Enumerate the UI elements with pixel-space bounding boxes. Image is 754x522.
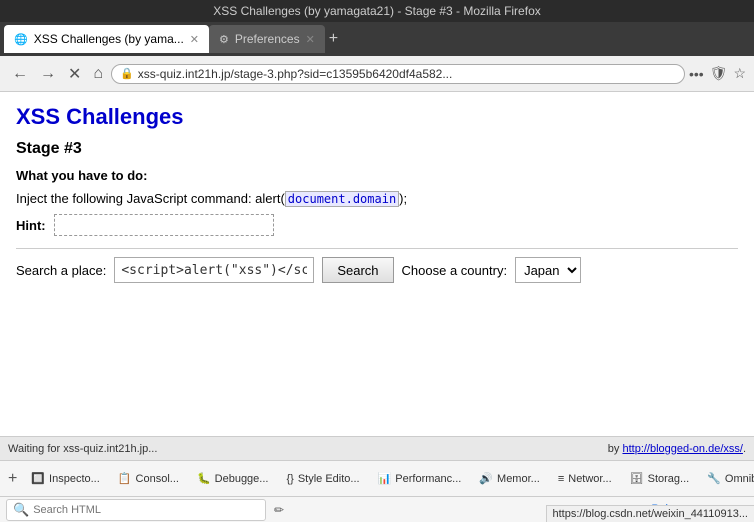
page-content: XSS Challenges Stage #3 What you have to… bbox=[0, 92, 754, 436]
inspector-label: Inspecto... bbox=[49, 473, 100, 485]
more-button[interactable]: ••• bbox=[689, 66, 704, 82]
debugger-label: Debugge... bbox=[215, 473, 269, 485]
search-label: Search a place: bbox=[16, 263, 106, 278]
status-text: Waiting for xss-quiz.int21h.jp... bbox=[8, 443, 157, 455]
tab-xss-close[interactable]: ✕ bbox=[190, 33, 199, 46]
bottom-url: https://blog.csdn.net/weixin_44110913... bbox=[546, 505, 754, 522]
divider bbox=[16, 248, 738, 249]
devtools-tab-perf[interactable]: 📊 Performanc... bbox=[370, 468, 470, 489]
reload-button[interactable]: ✕ bbox=[64, 62, 85, 86]
hint-input[interactable] bbox=[54, 214, 274, 236]
search-row: Search a place: Search Choose a country:… bbox=[16, 257, 738, 283]
devtools-search-input[interactable] bbox=[33, 504, 259, 516]
console-label: Consol... bbox=[136, 473, 179, 485]
console-icon: 📋 bbox=[118, 472, 132, 485]
shield-button[interactable]: 🛡 bbox=[710, 65, 728, 82]
alert-text: alert( bbox=[255, 191, 285, 206]
window-title: XSS Challenges (by yamagata21) - Stage #… bbox=[213, 4, 541, 18]
what-label-text: What you have to do: bbox=[16, 168, 738, 183]
debugger-icon: 🐛 bbox=[197, 472, 211, 485]
back-button[interactable]: ← bbox=[8, 63, 32, 85]
tab-xss-label: XSS Challenges (by yama... bbox=[34, 32, 184, 46]
forward-button[interactable]: → bbox=[36, 63, 60, 85]
perf-label: Performanc... bbox=[395, 473, 461, 485]
page-title: XSS Challenges bbox=[16, 104, 738, 130]
lock-icon: 🔒 bbox=[120, 67, 134, 80]
tab-prefs-icon: ⚙ bbox=[219, 33, 229, 46]
status-link[interactable]: http://blogged-on.de/xss/ bbox=[622, 443, 742, 455]
domain-text: document.domain bbox=[285, 191, 399, 207]
title-bar: XSS Challenges (by yamagata21) - Stage #… bbox=[0, 0, 754, 22]
tab-prefs-label: Preferences bbox=[235, 32, 300, 46]
devtools-tab-omnibug[interactable]: 🔧 Omnibug... bbox=[699, 468, 754, 489]
tab-prefs[interactable]: ⚙ Preferences ✕ bbox=[209, 25, 325, 53]
devtools-tab-storage[interactable]: 🗄 Storag... bbox=[622, 468, 698, 489]
devtools-search-box[interactable]: 🔍 bbox=[6, 499, 266, 521]
status-bar: Waiting for xss-quiz.int21h.jp... by htt… bbox=[0, 436, 754, 460]
status-by: by http://blogged-on.de/xss/. bbox=[608, 443, 746, 455]
hint-label: Hint: bbox=[16, 218, 46, 233]
new-tab-button[interactable]: + bbox=[329, 30, 338, 48]
inject-suffix: ); bbox=[399, 191, 407, 206]
style-icon: {} bbox=[286, 473, 293, 485]
devtools-tab-debugger[interactable]: 🐛 Debugge... bbox=[189, 468, 277, 489]
tab-prefs-close[interactable]: ✕ bbox=[306, 33, 315, 46]
inject-instruction: Inject the following JavaScript command:… bbox=[16, 191, 738, 206]
omnibug-label: Omnibug... bbox=[725, 473, 754, 485]
hint-row: Hint: bbox=[16, 214, 738, 236]
network-label: Networ... bbox=[568, 473, 611, 485]
perf-icon: 📊 bbox=[378, 472, 392, 485]
search-icon: 🔍 bbox=[13, 502, 29, 518]
nav-bar: ← → ✕ ⌂ 🔒 xss-quiz.int21h.jp/stage-3.php… bbox=[0, 56, 754, 92]
memory-icon: 🔊 bbox=[479, 472, 493, 485]
style-label: Style Edito... bbox=[298, 473, 360, 485]
stage-title: Stage #3 bbox=[16, 140, 738, 158]
devtools-tab-console[interactable]: 📋 Consol... bbox=[110, 468, 187, 489]
devtools-edit-button[interactable]: ✏ bbox=[274, 503, 284, 517]
storage-label: Storag... bbox=[648, 473, 690, 485]
inject-prefix: Inject the following JavaScript command: bbox=[16, 191, 255, 206]
what-label: What you have to do: bbox=[16, 168, 147, 183]
search-input[interactable] bbox=[114, 257, 314, 283]
inspector-icon: 🔲 bbox=[31, 472, 45, 485]
devtools-tabs: + 🔲 Inspecto... 📋 Consol... 🐛 Debugge...… bbox=[0, 460, 754, 496]
url-text: xss-quiz.int21h.jp/stage-3.php?sid=c1359… bbox=[138, 67, 676, 81]
home-button[interactable]: ⌂ bbox=[89, 63, 107, 85]
tab-bar: 🌐 XSS Challenges (by yama... ✕ ⚙ Prefere… bbox=[0, 22, 754, 56]
devtools-tab-memory[interactable]: 🔊 Memor... bbox=[471, 468, 548, 489]
tab-xss[interactable]: 🌐 XSS Challenges (by yama... ✕ bbox=[4, 25, 209, 53]
omnibug-icon: 🔧 bbox=[707, 472, 721, 485]
devtools-add-button[interactable]: + bbox=[4, 470, 21, 488]
by-text: by bbox=[608, 443, 623, 455]
devtools-tab-inspector[interactable]: 🔲 Inspecto... bbox=[23, 468, 107, 489]
nav-icons: ••• 🛡 ☆ bbox=[689, 65, 746, 82]
network-icon: ≡ bbox=[558, 473, 564, 485]
devtools-tab-network[interactable]: ≡ Networ... bbox=[550, 469, 620, 489]
country-label: Choose a country: bbox=[402, 263, 508, 278]
url-bar[interactable]: 🔒 xss-quiz.int21h.jp/stage-3.php?sid=c13… bbox=[111, 64, 685, 84]
bookmark-button[interactable]: ☆ bbox=[733, 65, 746, 82]
tab-xss-icon: 🌐 bbox=[14, 33, 28, 46]
storage-icon: 🗄 bbox=[630, 472, 644, 485]
search-button[interactable]: Search bbox=[322, 257, 393, 283]
memory-label: Memor... bbox=[497, 473, 540, 485]
devtools-tab-style[interactable]: {} Style Edito... bbox=[278, 469, 367, 489]
country-select[interactable]: Japan USA UK bbox=[515, 257, 581, 283]
link-suffix: . bbox=[743, 443, 746, 455]
